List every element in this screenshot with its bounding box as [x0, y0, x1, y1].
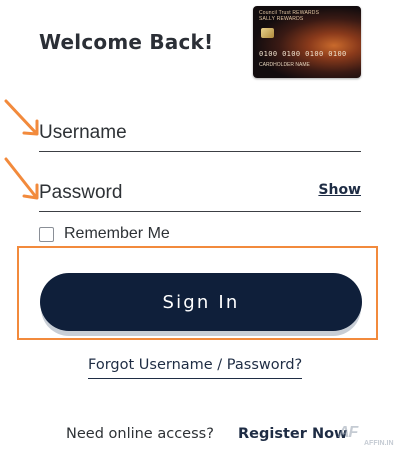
card-holder-name: CARDHOLDER NAME	[259, 62, 310, 68]
register-now-link[interactable]: Register Now	[238, 426, 347, 442]
username-field	[39, 118, 361, 152]
card-chip-icon	[261, 28, 274, 38]
username-input[interactable]	[39, 118, 299, 148]
card-brand-text: Council Trust REWARDS SALLY REWARDS	[259, 10, 320, 22]
remember-me-row: Remember Me	[39, 225, 170, 243]
forgot-credentials-link[interactable]: Forgot Username / Password?	[88, 357, 303, 379]
card-number: 0100 0100 0100 0100	[259, 50, 347, 58]
remember-me-checkbox[interactable]	[39, 226, 54, 242]
page-title: Welcome Back!	[39, 30, 214, 54]
password-input[interactable]	[39, 178, 299, 208]
sign-in-label: Sign In	[162, 291, 240, 313]
watermark-logo: AF AFFIN.IN	[338, 424, 394, 447]
remember-me-label: Remember Me	[64, 225, 170, 242]
password-field: Show	[39, 178, 361, 212]
show-password-link[interactable]: Show	[318, 182, 361, 198]
credit-card-image: Council Trust REWARDS SALLY REWARDS 0100…	[253, 6, 361, 78]
sign-in-button[interactable]: Sign In	[40, 273, 362, 331]
online-access-text: Need online access?	[66, 426, 214, 442]
